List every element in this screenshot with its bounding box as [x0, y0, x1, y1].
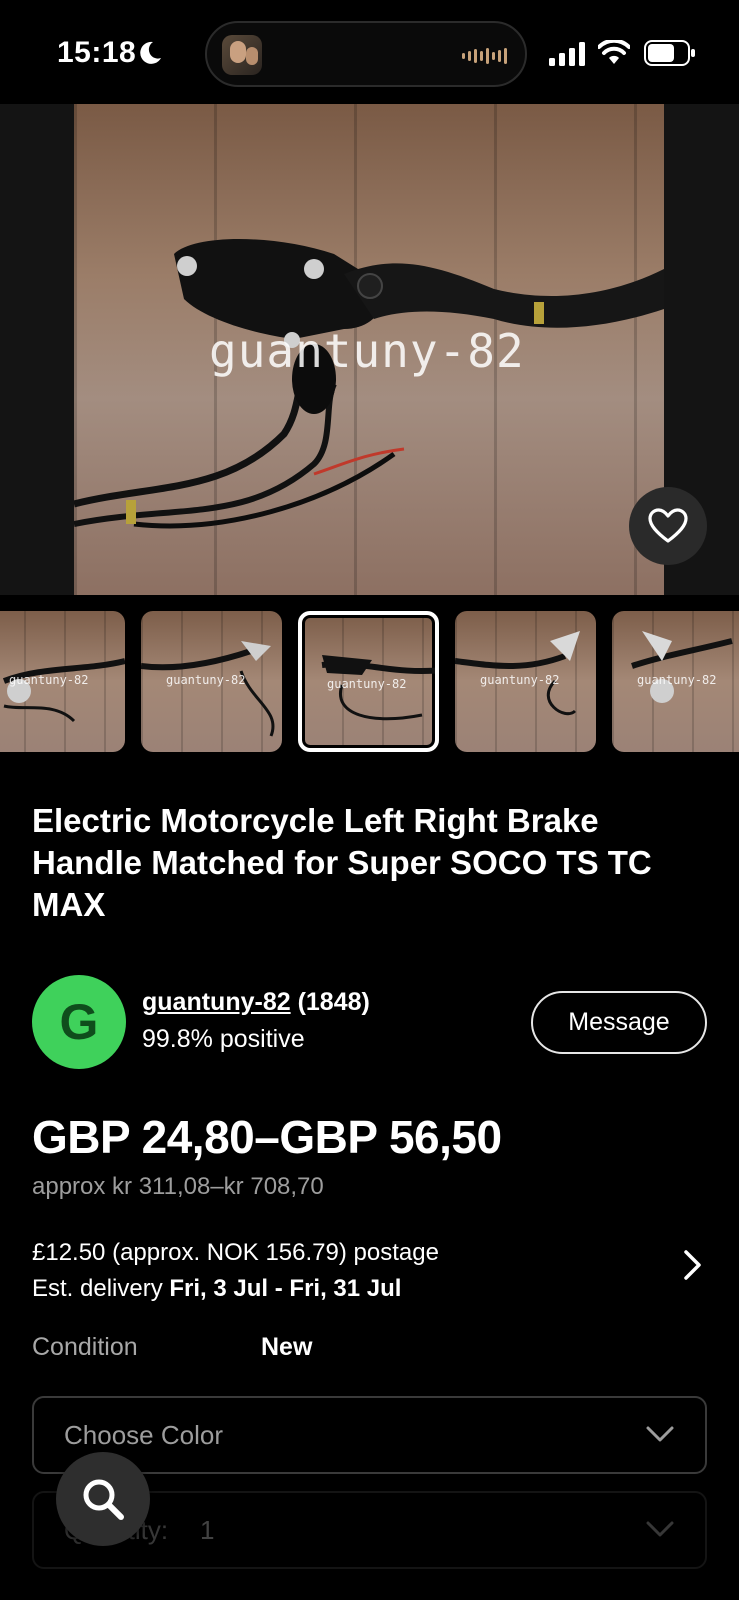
- listing-title: Electric Motorcycle Left Right Brake Han…: [32, 802, 652, 923]
- thumbnail-strip[interactable]: guantuny-82 guantuny-82 guantuny-82 guan…: [0, 611, 739, 754]
- heart-outline-icon: [648, 508, 688, 543]
- product-image-gallery[interactable]: guantuny-82: [0, 104, 739, 595]
- chevron-down-icon: [646, 1521, 674, 1537]
- price-approx: approx kr 311,08–kr 708,70: [32, 1173, 324, 1200]
- search-icon: [83, 1479, 124, 1520]
- signal-icon: [549, 42, 585, 66]
- seller-rating: 99.8% positive: [142, 1025, 305, 1053]
- shipping-info[interactable]: £12.50 (approx. NOK 156.79) postage Est.…: [32, 1235, 692, 1307]
- product-main-image[interactable]: guantuny-82: [74, 104, 664, 595]
- seller-avatar[interactable]: G: [32, 975, 126, 1069]
- thumbnail-4[interactable]: guantuny-82: [455, 611, 596, 752]
- image-watermark: guantuny-82: [209, 324, 525, 378]
- color-select-placeholder: Choose Color: [64, 1420, 223, 1450]
- status-bar: 15:18: [0, 0, 739, 104]
- battery-icon: [644, 40, 695, 66]
- thumbnail-1[interactable]: guantuny-82: [0, 611, 125, 752]
- thumbnail-watermark: guantuny-82: [637, 673, 717, 687]
- search-button[interactable]: [56, 1452, 150, 1546]
- condition-value: New: [261, 1333, 313, 1361]
- thumbnail-watermark: guantuny-82: [327, 677, 407, 691]
- thumbnail-3-selected[interactable]: guantuny-82: [298, 611, 439, 752]
- message-button[interactable]: Message: [531, 991, 707, 1054]
- status-time: 15:18: [57, 36, 137, 69]
- seller-name-line: guantuny-82 (1848): [142, 988, 370, 1017]
- thumbnail-watermark: guantuny-82: [9, 673, 89, 687]
- thumbnail-2[interactable]: guantuny-82: [141, 611, 282, 752]
- condition-label: Condition: [32, 1333, 138, 1361]
- dynamic-island[interactable]: [205, 21, 527, 87]
- thumbnail-watermark: guantuny-82: [480, 673, 560, 687]
- price-range: GBP 24,80–GBP 56,50: [32, 1111, 502, 1163]
- wifi-icon: [598, 40, 630, 64]
- thumbnail-watermark: guantuny-82: [166, 673, 246, 687]
- now-playing-avatar: [222, 35, 262, 75]
- seller-name-link[interactable]: guantuny-82: [142, 988, 291, 1016]
- postage-text: £12.50 (approx. NOK 156.79) postage: [32, 1239, 439, 1266]
- quantity-value: 1: [200, 1515, 215, 1545]
- favorite-button[interactable]: [629, 487, 707, 565]
- chevron-down-icon: [646, 1426, 674, 1442]
- thumbnail-5[interactable]: guantuny-82: [612, 611, 739, 752]
- delivery-estimate: Est. delivery Fri, 3 Jul - Fri, 31 Jul: [32, 1275, 402, 1302]
- seller-feedback-count: (1848): [297, 988, 370, 1016]
- delivery-dates: Fri, 3 Jul - Fri, 31 Jul: [169, 1275, 402, 1302]
- audio-wave-icon: [462, 47, 507, 65]
- chevron-right-icon[interactable]: [681, 1248, 705, 1282]
- moon-icon: [140, 41, 161, 64]
